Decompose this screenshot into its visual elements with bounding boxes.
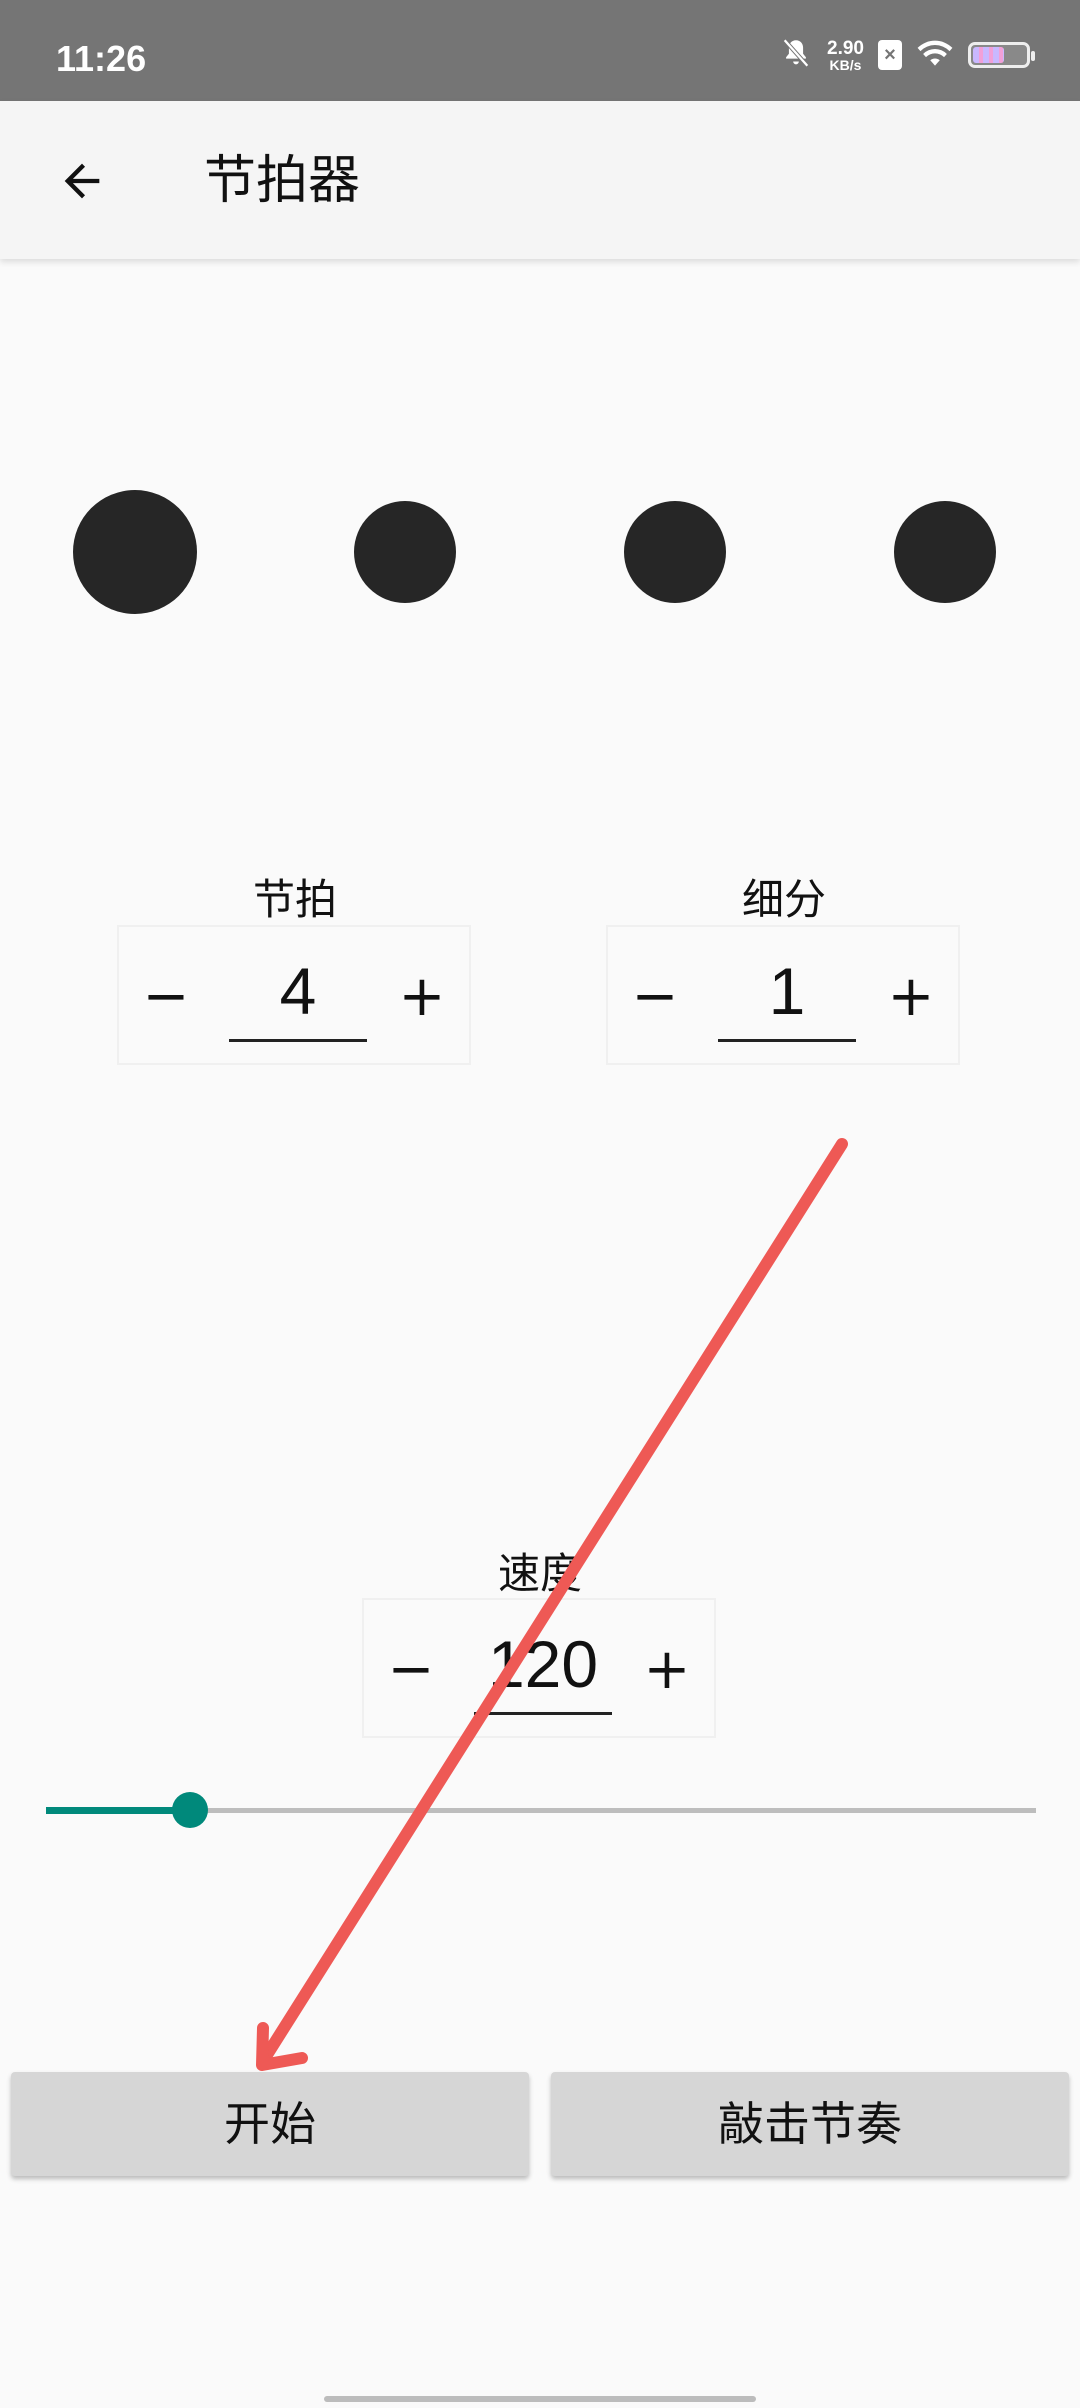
beat-dot [894, 501, 996, 603]
net-speed: 2.90 KB/s [827, 39, 864, 72]
annotation-arrow [256, 1138, 848, 2071]
tempo-decrement-button[interactable]: − [376, 1630, 446, 1710]
sim-icon: × [878, 40, 902, 70]
beat-dot-accent [73, 490, 197, 614]
net-speed-unit: KB/s [829, 56, 862, 73]
beat-label: 节拍 [252, 875, 337, 924]
app-bar: 节拍器 [0, 101, 1080, 259]
beat-stepper: − 4 + [117, 925, 471, 1065]
page-title: 节拍器 [204, 151, 361, 211]
arrow-head [256, 2022, 308, 2071]
tempo-label: 速度 [497, 1549, 582, 1598]
beat-value-input[interactable]: 4 [229, 943, 367, 1042]
subdivision-stepper: − 1 + [606, 925, 960, 1065]
gesture-bar[interactable] [324, 2396, 756, 2402]
battery-fill [973, 47, 1004, 63]
arrow-left-icon [64, 163, 100, 199]
mute-icon [779, 36, 813, 74]
slider-thumb[interactable] [172, 1792, 208, 1828]
back-button[interactable] [44, 143, 120, 219]
subdivision-value-input[interactable]: 1 [718, 943, 856, 1042]
battery-icon [968, 42, 1035, 68]
tempo-value-input[interactable]: 120 [474, 1616, 612, 1715]
slider-fill [46, 1807, 190, 1814]
tempo-slider[interactable] [46, 1790, 1036, 1830]
status-time: 11:26 [56, 38, 147, 79]
beat-increment-button[interactable]: + [387, 957, 457, 1037]
beat-decrement-button[interactable]: − [131, 957, 201, 1037]
beat-dot [354, 501, 456, 603]
start-button[interactable]: 开始 [11, 2072, 529, 2176]
wifi-icon [916, 38, 954, 72]
subdivision-decrement-button[interactable]: − [620, 957, 690, 1037]
tempo-stepper: − 120 + [362, 1598, 716, 1738]
tempo-increment-button[interactable]: + [632, 1630, 702, 1710]
tap-tempo-button[interactable]: 敲击节奏 [551, 2072, 1069, 2176]
net-speed-value: 2.90 [827, 37, 864, 59]
subdivision-label: 细分 [741, 875, 826, 924]
subdivision-increment-button[interactable]: + [876, 957, 946, 1037]
status-icons: 2.90 KB/s × [779, 36, 1035, 74]
beat-dot [624, 501, 726, 603]
status-bar: 11:26 2.90 KB/s × [0, 0, 1080, 101]
